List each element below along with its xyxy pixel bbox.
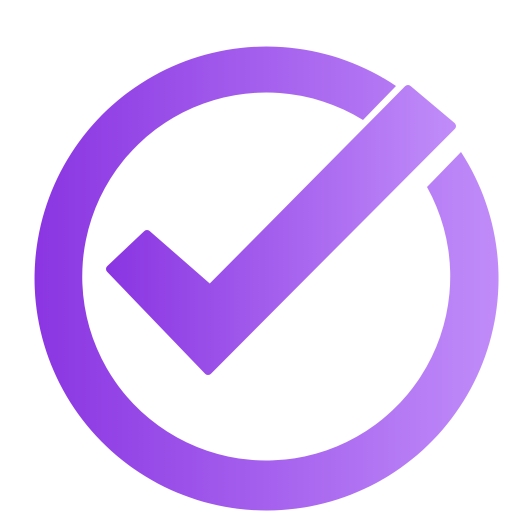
icon-canvas (0, 0, 512, 512)
check-circle-icon (34, 46, 499, 511)
checkmark-shape (106, 85, 456, 375)
